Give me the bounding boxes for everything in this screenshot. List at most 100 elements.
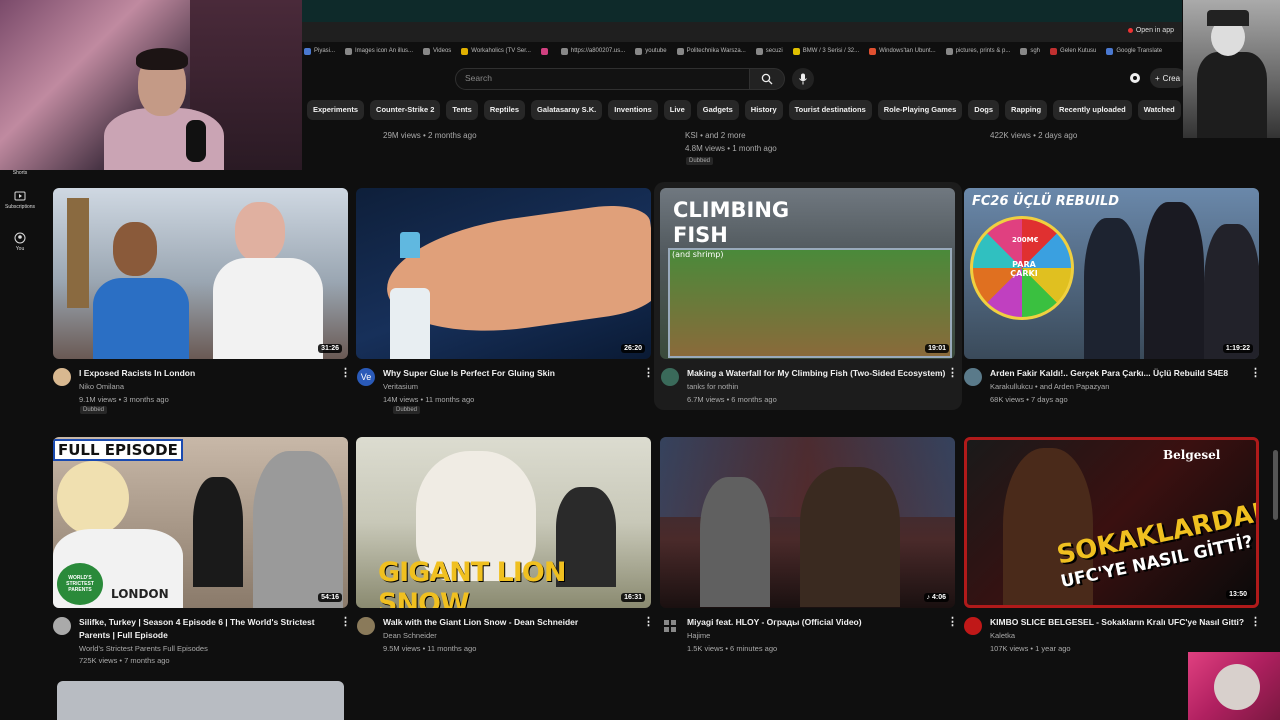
bookmark-item[interactable]: Windows'tan Ubunt... xyxy=(869,47,936,55)
thumbnail-text: FC26 ÜÇLÜ REBUILD xyxy=(972,194,1120,209)
filter-chip[interactable]: Rapping xyxy=(1005,100,1048,120)
filter-chip[interactable]: Recently uploaded xyxy=(1053,100,1132,120)
video-title[interactable]: Arden Fakir Kaldı!.. Gerçek Para Çarkı..… xyxy=(990,367,1228,379)
video-thumbnail[interactable]: Belgesel SOKAKLARDAN UFC'YE NASIL GİTTİ?… xyxy=(964,437,1259,608)
more-actions-icon[interactable]: ⋮ xyxy=(947,366,958,379)
video-thumbnail[interactable]: GIGANT LION SNOW 16:31 xyxy=(356,437,651,608)
channel-avatar[interactable] xyxy=(964,617,982,635)
sidebar-item-shorts[interactable]: Shorts xyxy=(0,170,40,176)
open-in-app-button[interactable]: Open in app xyxy=(1127,27,1174,34)
channel-avatar[interactable]: Ve xyxy=(357,368,375,386)
create-video-icon[interactable] xyxy=(1128,71,1142,85)
bookmark-item[interactable]: secuzi xyxy=(755,47,783,55)
channel-name[interactable]: Kaletka xyxy=(990,629,1015,642)
video-meta: 422K views • 2 days ago xyxy=(990,131,1078,140)
channel-name[interactable]: Niko Omilana xyxy=(79,380,124,393)
more-actions-icon[interactable]: ⋮ xyxy=(340,366,351,379)
search-button[interactable] xyxy=(749,68,785,90)
video-thumbnail[interactable]: FC26 ÜÇLÜ REBUILD PARA ÇARKI 200M€ 1:19:… xyxy=(964,188,1259,359)
bookmark-item[interactable]: Videos xyxy=(423,47,452,55)
bookmark-favicon-icon xyxy=(461,47,469,55)
more-actions-icon[interactable]: ⋮ xyxy=(643,615,654,628)
filter-chips-bar: Experiments Counter-Strike 2 Tents Reptiles… xyxy=(302,100,1187,120)
belgesel-logo: Belgesel xyxy=(1163,448,1221,462)
bookmark-item[interactable]: https://a800207.us... xyxy=(560,47,625,55)
bookmark-item[interactable]: Workaholics (TV Ser... xyxy=(461,47,531,55)
open-in-app-label: Open in app xyxy=(1135,27,1174,34)
video-title[interactable]: Walk with the Giant Lion Snow - Dean Sch… xyxy=(383,616,578,628)
more-actions-icon[interactable]: ⋮ xyxy=(1250,366,1261,379)
voice-search-button[interactable] xyxy=(792,68,814,90)
filter-chip[interactable]: Tents xyxy=(446,100,478,120)
bookmark-label: youtube xyxy=(645,48,667,54)
video-thumbnail[interactable]: 26:20 xyxy=(356,188,651,359)
bookmark-label: Videos xyxy=(433,48,452,54)
bookmark-label: Workaholics (TV Ser... xyxy=(471,48,531,54)
bookmark-favicon-icon xyxy=(635,47,643,55)
video-thumbnail[interactable]: 31:26 xyxy=(53,188,348,359)
more-actions-icon[interactable]: ⋮ xyxy=(947,615,958,628)
duration-badge: 19:01 xyxy=(925,344,949,353)
bookmark-item[interactable]: youtube xyxy=(635,47,667,55)
filter-chip[interactable]: Watched xyxy=(1137,100,1181,120)
video-title[interactable]: Silifke, Turkey | Season 4 Episode 6 | T… xyxy=(79,616,315,628)
bookmark-item[interactable]: Images icon An illus... xyxy=(345,47,413,55)
bookmark-favicon-icon xyxy=(560,47,568,55)
filter-chip[interactable]: Inventions xyxy=(608,100,658,120)
channel-avatar[interactable] xyxy=(661,368,679,386)
sidebar-item-you[interactable]: You xyxy=(0,232,40,252)
video-title-line2[interactable]: Parents | Full Episode xyxy=(79,629,168,641)
bookmark-item[interactable]: Gelen Kutusu xyxy=(1050,47,1096,55)
channel-avatar[interactable] xyxy=(53,368,71,386)
bookmark-item[interactable] xyxy=(540,47,551,55)
video-title[interactable]: Miyagi feat. HLOY - Ограды (Official Vid… xyxy=(687,616,862,628)
filter-chip[interactable]: History xyxy=(744,100,783,120)
video-thumbnail[interactable] xyxy=(57,681,344,720)
channel-avatar[interactable] xyxy=(964,368,982,386)
bookmark-item[interactable]: sgh xyxy=(1020,47,1040,55)
person-middle xyxy=(1144,202,1204,359)
filter-chip[interactable]: Live xyxy=(663,100,691,120)
bookmark-item[interactable]: pictures, prints & p... xyxy=(945,47,1010,55)
filter-chip[interactable]: Experiments xyxy=(307,100,365,120)
bookmark-item[interactable]: Politechnika Warsza... xyxy=(676,47,746,55)
channel-name[interactable]: tanks for nothin xyxy=(687,380,738,393)
video-thumbnail[interactable]: FULL EPISODE LONDON WORLD'S STRICTEST PA… xyxy=(53,437,348,608)
filter-chip[interactable]: Counter-Strike 2 xyxy=(370,100,441,120)
filter-chip[interactable]: Gadgets xyxy=(696,100,739,120)
video-title[interactable]: Why Super Glue Is Perfect For Gluing Ski… xyxy=(383,367,555,379)
microphone-icon xyxy=(799,73,807,85)
bookmark-item[interactable]: Google Translate xyxy=(1106,47,1163,55)
channel-name[interactable]: Veritasium xyxy=(383,380,418,393)
sidebar-item-subscriptions[interactable]: Subscriptions xyxy=(0,190,40,210)
create-button[interactable]: + Crea xyxy=(1150,68,1186,88)
channel-avatar[interactable] xyxy=(664,620,676,632)
filter-chip[interactable]: Tourist destinations xyxy=(788,100,872,120)
video-title[interactable]: Making a Waterfall for My Climbing Fish … xyxy=(687,367,945,379)
filter-chip[interactable]: Role-Playing Games xyxy=(877,100,963,120)
filter-chip[interactable]: Reptiles xyxy=(483,100,526,120)
more-actions-icon[interactable]: ⋮ xyxy=(643,366,654,379)
duration-badge: 16:31 xyxy=(621,593,645,602)
duration-badge: 31:26 xyxy=(318,344,342,353)
bookmark-item[interactable]: BMW / 3 Serisi / 32... xyxy=(792,47,859,55)
channel-avatar[interactable] xyxy=(53,617,71,635)
video-thumbnail[interactable]: ♪ 4:06 xyxy=(660,437,955,608)
more-actions-icon[interactable]: ⋮ xyxy=(1250,615,1261,628)
video-title[interactable]: I Exposed Racists In London xyxy=(79,367,195,379)
search-input[interactable]: Search xyxy=(455,68,750,90)
channel-avatar[interactable] xyxy=(357,617,375,635)
video-title[interactable]: KIMBO SLICE BELGESEL - Sokakların Kralı … xyxy=(990,616,1244,628)
more-actions-icon[interactable]: ⋮ xyxy=(340,615,351,628)
filter-chip[interactable]: Galatasaray S.K. xyxy=(531,100,603,120)
channel-name[interactable]: Karakullukcu • and Arden Papazyan xyxy=(990,380,1109,393)
bookmark-favicon-icon xyxy=(540,47,548,55)
filter-chip[interactable]: Dogs xyxy=(968,100,1000,120)
boy-figure xyxy=(193,477,243,587)
video-thumbnail[interactable]: CLIMBING FISH (and shrimp) 19:01 xyxy=(660,188,955,359)
channel-name[interactable]: Dean Schneider xyxy=(383,629,437,642)
bookmark-label: Google Translate xyxy=(1116,48,1163,54)
bookmark-item[interactable]: Piyasi... xyxy=(304,47,335,55)
channel-name[interactable]: Hajime xyxy=(687,629,710,642)
scrollbar-thumb[interactable] xyxy=(1273,450,1278,520)
